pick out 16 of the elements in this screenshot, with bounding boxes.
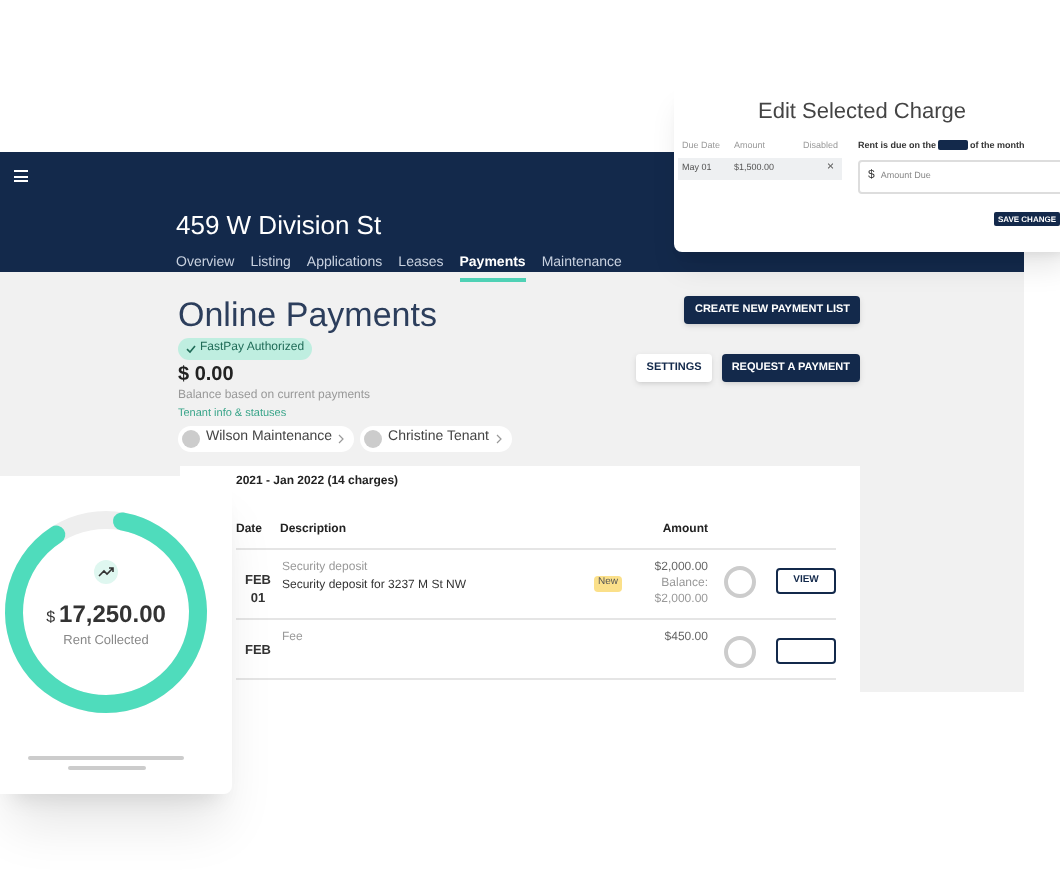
check-icon: [186, 344, 196, 354]
balance-amount: $ 0.00: [178, 364, 234, 388]
chevron-icon: [495, 433, 501, 444]
page-title: Online Payments: [178, 296, 437, 336]
trend-up-icon: [94, 560, 118, 585]
chevron-icon: [338, 433, 345, 444]
currency-symbol: $: [46, 606, 56, 631]
avatar-icon: [182, 429, 200, 448]
menu-icon[interactable]: [14, 170, 28, 182]
modal-title: Edit Selected Charge: [756, 98, 968, 128]
day-select[interactable]: [938, 140, 969, 151]
rent-amount: 17,250.00: [59, 598, 166, 633]
placeholder-line: [67, 766, 145, 770]
property-title: 459 W Division St: [176, 208, 382, 244]
avatar-icon: [364, 429, 383, 448]
view-button[interactable]: [776, 638, 836, 664]
